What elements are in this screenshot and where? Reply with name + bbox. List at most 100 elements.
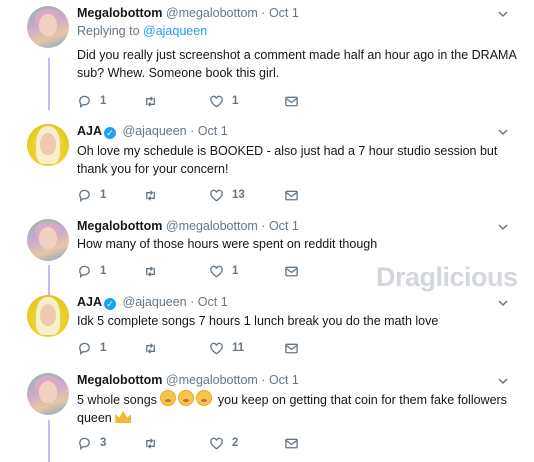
- envelope-icon: [285, 266, 298, 276]
- tweet-text-line: sub? Whew. Someone book this girl.: [77, 66, 280, 80]
- display-name[interactable]: Megalobottom: [77, 6, 162, 20]
- reply-button[interactable]: 1: [77, 93, 106, 109]
- timestamp[interactable]: Oct 1: [198, 295, 228, 309]
- tweet[interactable]: Megalobottom @megalobottom · Oct 1 How m…: [0, 219, 534, 287]
- chevron-down-icon[interactable]: [497, 297, 509, 309]
- reply-button[interactable]: 3: [77, 435, 106, 451]
- reply-button[interactable]: 1: [77, 340, 106, 356]
- chevron-down-icon[interactable]: [497, 221, 509, 233]
- mention-link[interactable]: @ajaqueen: [143, 24, 207, 38]
- retweet-button[interactable]: [143, 263, 158, 279]
- like-count: 2: [232, 437, 239, 449]
- tweet-actions: 1 11: [77, 340, 317, 356]
- user-handle[interactable]: @ajaqueen: [123, 295, 187, 309]
- message-button[interactable]: [284, 263, 299, 279]
- retweet-icon: [146, 265, 155, 277]
- like-count: 1: [232, 265, 239, 277]
- flushed-face-emoji-icon: [160, 390, 177, 406]
- message-button[interactable]: [284, 340, 299, 356]
- tweet-header: AJA ✓ @ajaqueen · Oct 1: [77, 295, 228, 310]
- timestamp[interactable]: Oct 1: [198, 124, 228, 138]
- like-button[interactable]: 11: [209, 340, 244, 356]
- tweet-text-segment: you keep on getting that coin for them f…: [214, 393, 507, 407]
- envelope-icon: [285, 438, 298, 448]
- tweet-header: Megalobottom @megalobottom · Oct 1: [77, 373, 299, 387]
- timestamp[interactable]: Oct 1: [269, 373, 299, 387]
- retweet-button[interactable]: [143, 187, 158, 203]
- reply-count: 1: [100, 265, 107, 277]
- tweet[interactable]: Megalobottom @megalobottom · Oct 1 5 who…: [0, 373, 534, 462]
- separator: ·: [190, 295, 195, 309]
- reply-icon: [79, 342, 90, 355]
- tweet-text: Did you really just screenshot a comment…: [77, 46, 517, 82]
- tweet-actions: 1 1: [77, 263, 317, 279]
- like-button[interactable]: 2: [209, 435, 238, 451]
- separator: ·: [261, 373, 266, 387]
- crown-emoji-icon: [115, 411, 132, 423]
- like-count: 13: [232, 189, 245, 201]
- reply-icon: [79, 265, 90, 278]
- reply-icon: [79, 189, 90, 202]
- tweet-actions: 1 1: [77, 93, 317, 109]
- reply-button[interactable]: 1: [77, 263, 106, 279]
- reply-button[interactable]: 1: [77, 187, 106, 203]
- tweet-text-line: How many of those hours were spent on re…: [77, 237, 378, 251]
- tweet-actions: 3 2: [77, 435, 317, 451]
- envelope-icon: [285, 96, 298, 106]
- separator: ·: [190, 124, 195, 138]
- tweet-text: 5 whole songs you keep on getting that c…: [77, 390, 517, 427]
- tweet-text-segment: 5 whole songs: [77, 393, 157, 407]
- tweet[interactable]: AJA ✓ @ajaqueen · Oct 1 Idk 5 complete so…: [0, 295, 534, 359]
- avatar[interactable]: [27, 373, 69, 415]
- tweet[interactable]: AJA ✓ @ajaqueen · Oct 1 Oh love my schedu…: [0, 124, 534, 210]
- reply-count: 3: [100, 437, 107, 449]
- chevron-down-icon[interactable]: [497, 375, 509, 387]
- user-handle[interactable]: @megalobottom: [166, 6, 258, 20]
- retweet-button[interactable]: [143, 93, 158, 109]
- retweet-icon: [146, 95, 155, 107]
- avatar[interactable]: [27, 295, 69, 337]
- reply-count: 1: [100, 95, 107, 107]
- timestamp[interactable]: Oct 1: [269, 6, 299, 20]
- tweet-text-line: 5 whole songs you keep on getting that c…: [77, 390, 517, 409]
- chevron-down-icon[interactable]: [497, 8, 509, 20]
- avatar[interactable]: [27, 124, 69, 166]
- tweet-text-line: thank you for your concern!: [77, 162, 229, 176]
- reply-count: 1: [100, 342, 107, 354]
- user-handle[interactable]: @megalobottom: [166, 219, 258, 233]
- tweet-text-segment: queen: [77, 411, 112, 425]
- heart-icon: [210, 437, 223, 449]
- display-name[interactable]: Megalobottom: [77, 219, 162, 233]
- display-name[interactable]: AJA: [77, 295, 102, 309]
- tweet[interactable]: Megalobottom @megalobottom · Oct 1 Reply…: [0, 6, 534, 110]
- heart-icon: [210, 265, 223, 277]
- avatar[interactable]: [27, 6, 69, 48]
- display-name[interactable]: AJA: [77, 124, 102, 138]
- retweet-icon: [146, 189, 155, 201]
- retweet-button[interactable]: [143, 340, 158, 356]
- chevron-down-icon[interactable]: [497, 126, 509, 138]
- verified-badge-icon: ✓: [104, 298, 117, 310]
- message-button[interactable]: [284, 93, 299, 109]
- tweet-text-line: Idk 5 complete songs 7 hours 1 lunch bre…: [77, 314, 439, 328]
- user-handle[interactable]: @ajaqueen: [123, 124, 187, 138]
- flushed-face-emoji-icon: [196, 390, 213, 406]
- retweet-icon: [146, 342, 155, 354]
- tweet-header: Megalobottom @megalobottom · Oct 1: [77, 219, 299, 233]
- separator: ·: [261, 6, 266, 20]
- like-button[interactable]: 13: [209, 187, 245, 203]
- like-button[interactable]: 1: [209, 263, 238, 279]
- message-button[interactable]: [284, 187, 299, 203]
- envelope-icon: [285, 343, 298, 353]
- timestamp[interactable]: Oct 1: [269, 219, 299, 233]
- user-handle[interactable]: @megalobottom: [166, 373, 258, 387]
- like-button[interactable]: 1: [209, 93, 238, 109]
- replying-to: Replying to @ajaqueen: [77, 24, 207, 38]
- verified-badge-icon: ✓: [104, 127, 117, 139]
- retweet-button[interactable]: [143, 435, 158, 451]
- flushed-face-emoji-icon: [178, 390, 195, 406]
- message-button[interactable]: [284, 435, 299, 451]
- like-count: 11: [232, 342, 245, 354]
- avatar[interactable]: [27, 219, 69, 261]
- display-name[interactable]: Megalobottom: [77, 373, 162, 387]
